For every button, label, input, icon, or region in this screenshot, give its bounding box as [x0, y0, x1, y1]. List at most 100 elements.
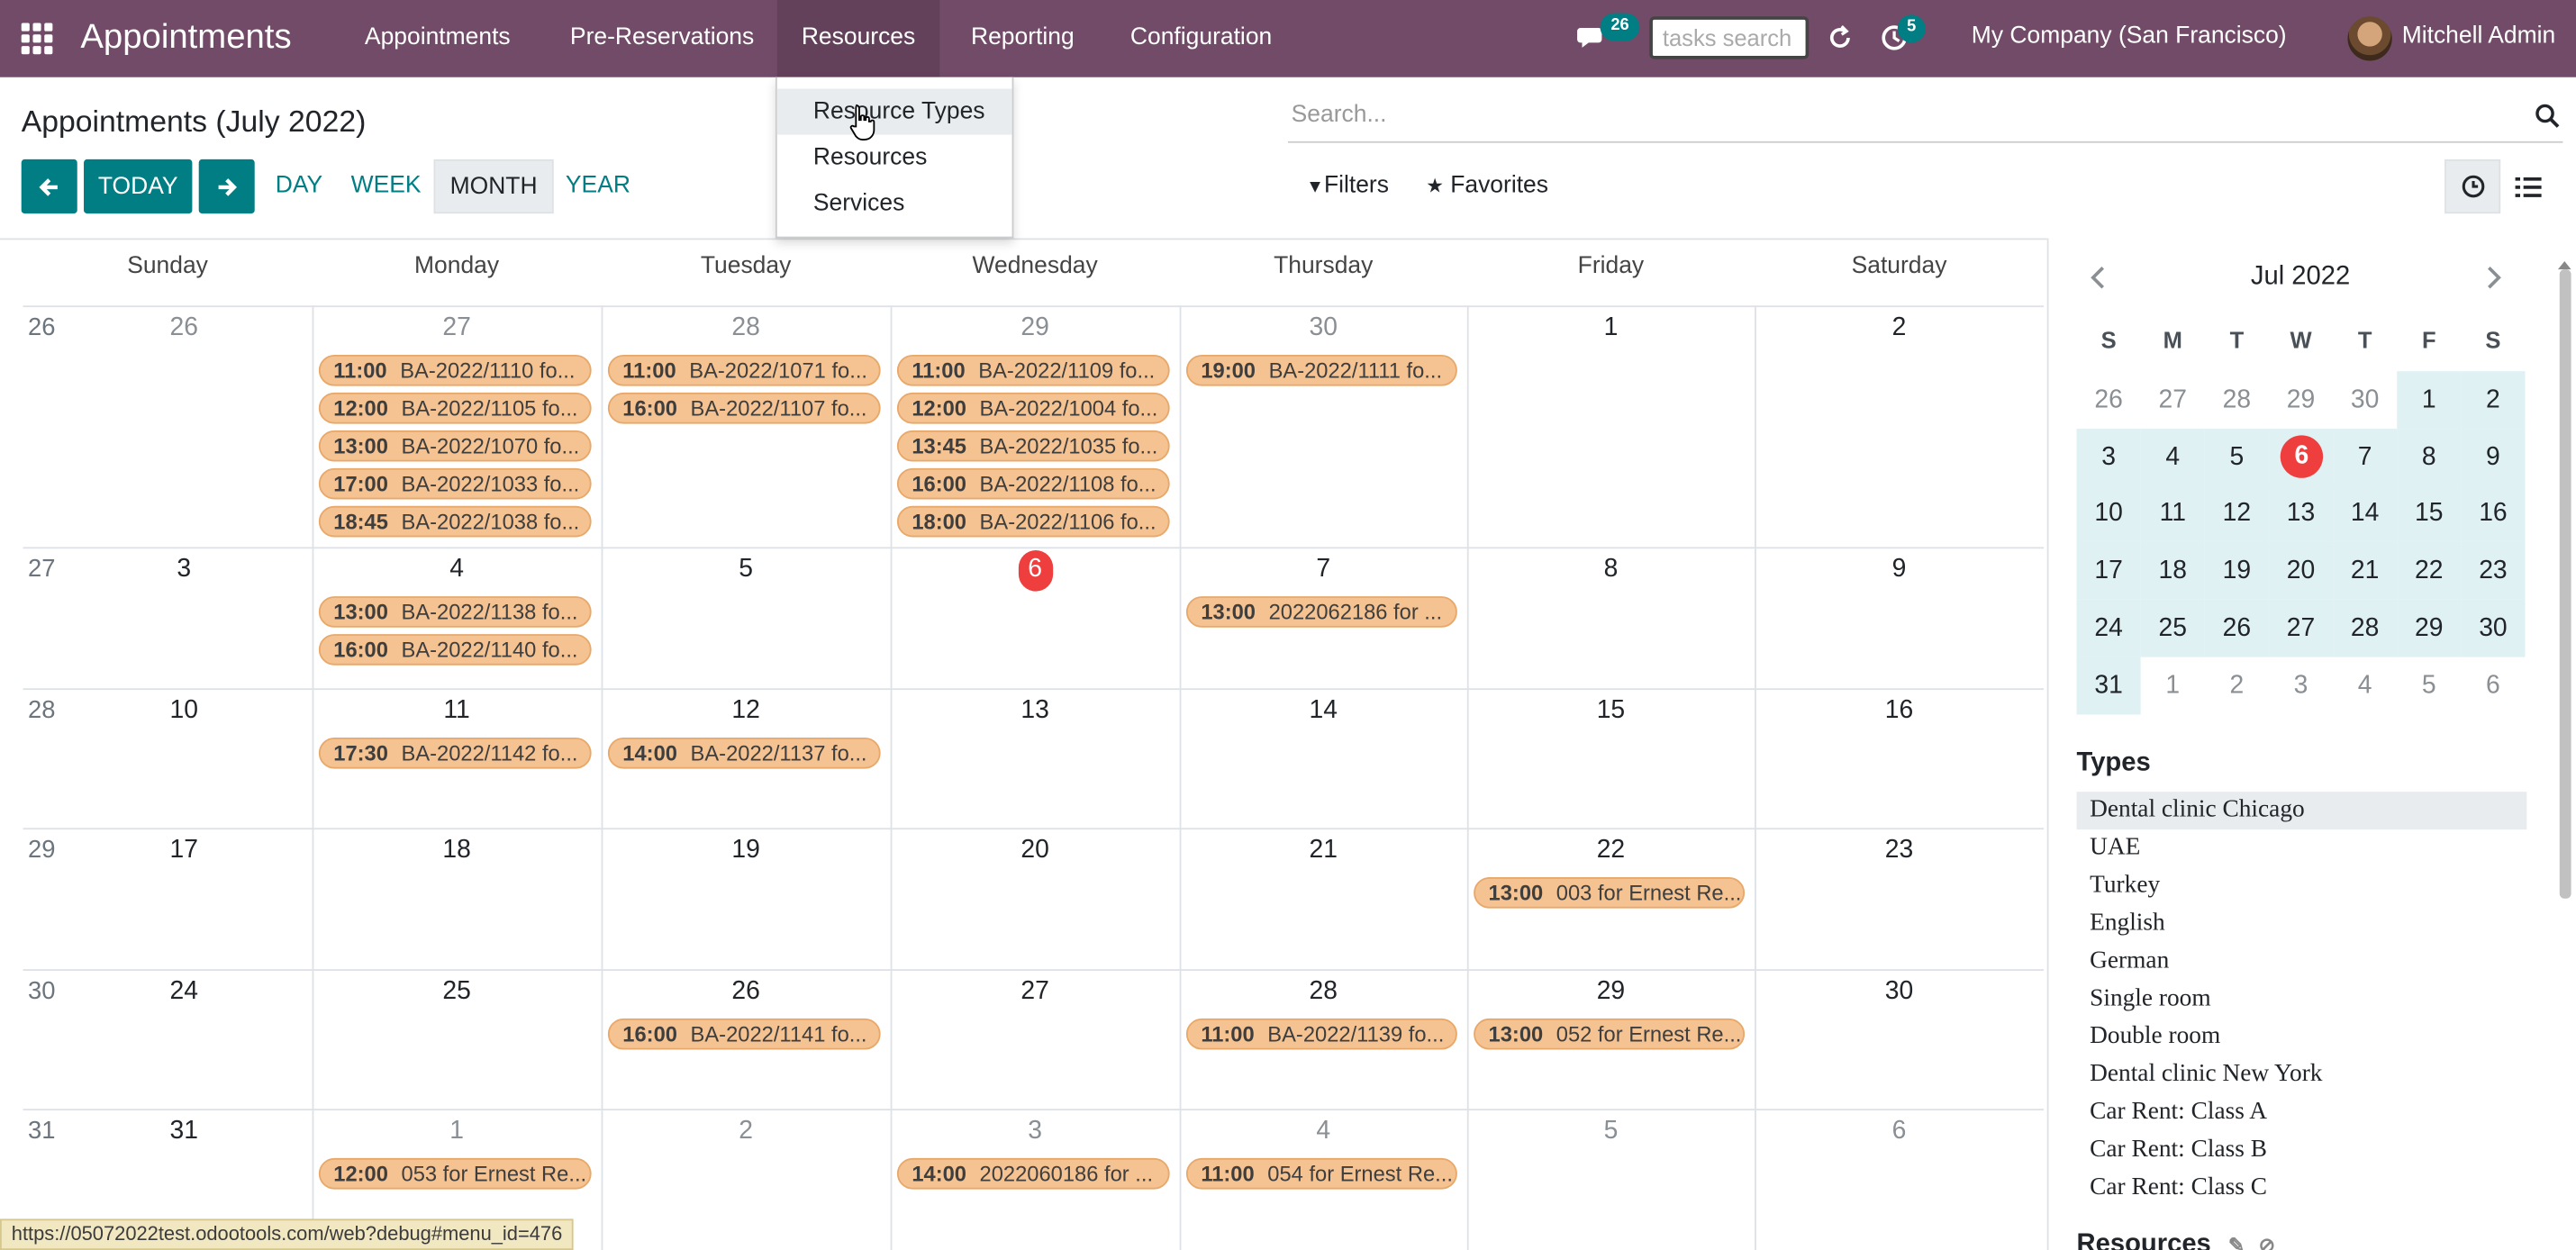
- mini-next-icon[interactable]: [2482, 266, 2506, 289]
- day-number[interactable]: 10: [151, 696, 217, 726]
- day-number[interactable]: 25: [424, 977, 490, 1007]
- apps-menu-icon[interactable]: [21, 23, 53, 55]
- scroll-thumb[interactable]: [2559, 269, 2571, 899]
- help-icon[interactable]: ⊘: [2259, 1234, 2275, 1250]
- mini-day[interactable]: 29: [2269, 371, 2333, 429]
- mini-day[interactable]: 1: [2397, 371, 2462, 430]
- mini-day[interactable]: 27: [2268, 599, 2334, 657]
- day-number[interactable]: 9: [1866, 556, 1932, 585]
- mini-day[interactable]: 16: [2461, 485, 2526, 543]
- app-brand[interactable]: Appointments: [80, 18, 291, 58]
- mini-today[interactable]: 6: [2280, 435, 2324, 478]
- mini-day[interactable]: 26: [2077, 371, 2141, 429]
- menu-appointments[interactable]: Appointments: [365, 0, 511, 77]
- scale-week-button[interactable]: WEEK: [347, 159, 426, 213]
- calendar-event[interactable]: 12:00 053 for Ernest Re...: [318, 1157, 592, 1190]
- day-number[interactable]: 2: [1866, 313, 1932, 343]
- type-filter-item[interactable]: Double room: [2077, 1019, 2527, 1056]
- calendar-event[interactable]: 14:00 BA-2022/1137 fo...: [607, 737, 881, 769]
- mini-day[interactable]: 28: [2333, 599, 2398, 657]
- day-number[interactable]: 27: [424, 313, 490, 343]
- type-filter-item[interactable]: Single room: [2077, 981, 2527, 1019]
- day-number[interactable]: 21: [1291, 836, 1356, 865]
- mini-day[interactable]: 8: [2397, 428, 2462, 486]
- scale-year-button[interactable]: YEAR: [560, 159, 636, 213]
- menu-resources[interactable]: Resources: [776, 0, 940, 77]
- calendar-event[interactable]: 11:00 BA-2022/1071 fo...: [607, 354, 881, 386]
- user-menu[interactable]: Mitchell Admin: [2402, 23, 2556, 50]
- day-number[interactable]: 3: [1002, 1117, 1068, 1146]
- type-filter-item[interactable]: Turkey: [2077, 867, 2527, 905]
- day-number[interactable]: 14: [1291, 696, 1356, 726]
- day-number[interactable]: 5: [713, 556, 779, 585]
- user-avatar[interactable]: [2347, 16, 2392, 61]
- calendar-event[interactable]: 13:00 052 for Ernest Re...: [1474, 1018, 1746, 1050]
- menu-pre-reservations[interactable]: Pre-Reservations: [570, 0, 754, 77]
- calendar-event[interactable]: 16:00 BA-2022/1108 fo...: [896, 467, 1170, 500]
- next-button[interactable]: [198, 159, 255, 214]
- mini-day[interactable]: 4: [2140, 428, 2205, 486]
- day-number[interactable]: 26: [713, 977, 779, 1007]
- calendar-event[interactable]: 18:45 BA-2022/1038 fo...: [318, 505, 592, 538]
- day-number[interactable]: 1: [1578, 313, 1644, 343]
- day-number[interactable]: 12: [713, 696, 779, 726]
- calendar-event[interactable]: 16:00 BA-2022/1107 fo...: [607, 392, 881, 424]
- mini-day[interactable]: 23: [2461, 542, 2526, 600]
- mini-day[interactable]: 3: [2076, 428, 2141, 486]
- mini-day[interactable]: 6: [2461, 657, 2525, 714]
- day-number[interactable]: 28: [713, 313, 779, 343]
- dropdown-services[interactable]: Services: [777, 181, 1012, 227]
- mini-day[interactable]: 7: [2333, 428, 2398, 486]
- type-filter-item[interactable]: UAE: [2077, 829, 2527, 867]
- day-number[interactable]: 30: [1866, 977, 1932, 1007]
- day-number[interactable]: 30: [1291, 313, 1356, 343]
- day-number[interactable]: 6: [1866, 1117, 1932, 1146]
- mini-day[interactable]: 11: [2140, 485, 2205, 543]
- mini-day[interactable]: 28: [2205, 371, 2269, 429]
- search-input[interactable]: [1288, 92, 2504, 139]
- mini-day[interactable]: 9: [2461, 428, 2526, 486]
- day-number[interactable]: 29: [1578, 977, 1644, 1007]
- calendar-event[interactable]: 16:00 BA-2022/1140 fo...: [318, 634, 592, 666]
- type-filter-item[interactable]: Dental clinic Chicago: [2076, 792, 2527, 830]
- calendar-event[interactable]: 17:00 BA-2022/1033 fo...: [318, 467, 592, 500]
- mini-day[interactable]: 12: [2204, 485, 2269, 543]
- day-number[interactable]: 8: [1578, 556, 1644, 585]
- type-filter-item[interactable]: Dental clinic New York: [2077, 1056, 2527, 1094]
- mini-day[interactable]: 14: [2333, 485, 2398, 543]
- type-filter-item[interactable]: Car Rent: Class B: [2077, 1132, 2527, 1170]
- calendar-view-button[interactable]: [2444, 159, 2501, 214]
- dropdown-resource-types[interactable]: Resource Types: [776, 88, 1012, 135]
- calendar-event[interactable]: 13:00 BA-2022/1070 fo...: [318, 430, 592, 462]
- mini-day[interactable]: 2: [2461, 371, 2526, 430]
- day-number[interactable]: 29: [1002, 313, 1068, 343]
- day-number[interactable]: 11: [424, 696, 490, 726]
- filters-button[interactable]: ▼Filters: [1306, 173, 1389, 199]
- day-number[interactable]: 4: [424, 556, 490, 585]
- tasks-search-input[interactable]: [1649, 16, 1810, 59]
- mini-day[interactable]: 31: [2076, 656, 2141, 714]
- day-number[interactable]: 19: [713, 836, 779, 865]
- calendar-event[interactable]: 11:00 BA-2022/1110 fo...: [318, 354, 592, 386]
- type-filter-item[interactable]: German: [2077, 943, 2527, 981]
- calendar-event[interactable]: 12:00 BA-2022/1004 fo...: [896, 392, 1170, 424]
- mini-day[interactable]: 21: [2333, 542, 2398, 600]
- day-number[interactable]: 27: [1002, 977, 1068, 1007]
- mini-day[interactable]: 22: [2397, 542, 2462, 600]
- calendar-event[interactable]: 13:00 2022062186 for ...: [1185, 596, 1457, 628]
- mini-day[interactable]: 5: [2397, 657, 2461, 714]
- calendar-event[interactable]: 13:00 BA-2022/1138 fo...: [318, 596, 592, 628]
- mini-day[interactable]: 26: [2204, 599, 2269, 657]
- day-number[interactable]: 20: [1002, 836, 1068, 865]
- dropdown-resources[interactable]: Resources: [777, 135, 1012, 181]
- edit-icon[interactable]: ✎: [2228, 1234, 2245, 1250]
- mini-day[interactable]: 5: [2204, 428, 2269, 486]
- company-switcher[interactable]: My Company (San Francisco): [1972, 23, 2287, 50]
- day-number[interactable]: 31: [151, 1117, 217, 1146]
- mini-day[interactable]: 30: [2333, 371, 2397, 429]
- mini-day[interactable]: 4: [2333, 657, 2397, 714]
- mini-day[interactable]: 10: [2076, 485, 2141, 543]
- prev-button[interactable]: [21, 159, 77, 214]
- type-filter-item[interactable]: Car Rent: Class A: [2077, 1094, 2527, 1132]
- calendar-event[interactable]: 18:00 BA-2022/1106 fo...: [896, 505, 1170, 538]
